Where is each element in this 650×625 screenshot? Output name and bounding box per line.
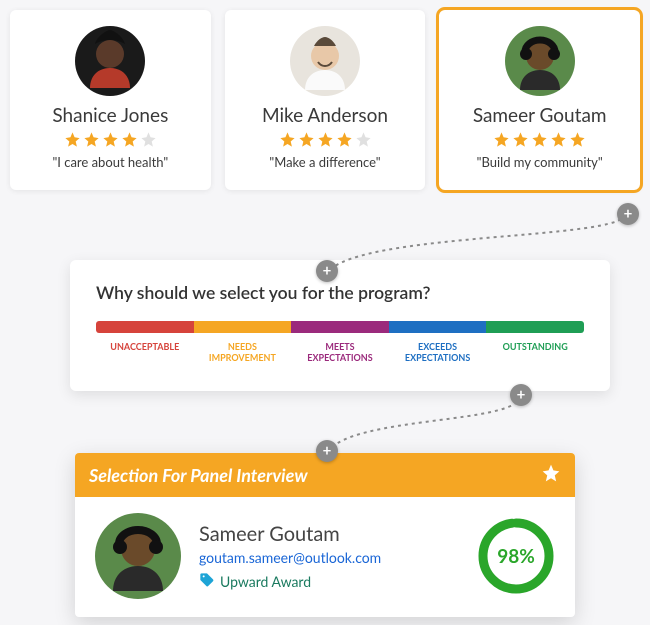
panel-candidate-name: Sameer Goutam [199,522,459,546]
candidate-name: Mike Anderson [235,104,416,127]
rating-labels: UNACCEPTABLE NEEDSIMPROVEMENT MEETSEXPEC… [96,339,584,363]
rating-segment [291,321,389,333]
star-icon [512,131,529,148]
panel-body: Sameer Goutam goutam.sameer@outlook.com … [75,497,575,617]
star-icon [140,131,157,148]
panel-title: Selection For Panel Interview [89,464,308,486]
rating-bar [96,321,584,333]
star-icon [531,131,548,148]
candidate-name: Shanice Jones [20,104,201,127]
candidate-cards-row: Shanice Jones "I care about health" Mike… [0,0,650,190]
star-icon [550,131,567,148]
rating-label: OUTSTANDING [486,339,584,363]
candidate-card-selected[interactable]: Sameer Goutam "Build my community" [439,10,640,190]
star-rating [449,131,630,148]
star-icon [64,131,81,148]
candidate-quote: "I care about health" [20,154,201,170]
star-icon [317,131,334,148]
star-icon [121,131,138,148]
rating-question: Why should we select you for the program… [96,282,584,303]
plus-icon: + [617,203,639,225]
score-ring: 98% [477,517,555,595]
panel-candidate-email[interactable]: goutam.sameer@outlook.com [199,549,459,566]
star-icon [102,131,119,148]
star-icon [493,131,510,148]
rating-label: EXCEEDSEXPECTATIONS [389,339,487,363]
star-icon [355,131,372,148]
plus-icon: + [510,384,532,406]
panel-interview-card: Selection For Panel Interview Sameer Gou… [75,453,575,617]
avatar [75,26,145,96]
rating-segment [389,321,487,333]
rating-label: MEETSEXPECTATIONS [291,339,389,363]
rating-label: UNACCEPTABLE [96,339,194,363]
award-tag-label: Upward Award [220,573,311,590]
star-icon [336,131,353,148]
star-icon [298,131,315,148]
rating-label: NEEDSIMPROVEMENT [194,339,292,363]
candidate-card[interactable]: Shanice Jones "I care about health" [10,10,211,190]
avatar [95,513,181,599]
candidate-name: Sameer Goutam [449,104,630,127]
star-rating [235,131,416,148]
star-icon [541,463,561,487]
score-value: 98% [477,517,555,595]
rating-segment [486,321,584,333]
avatar [290,26,360,96]
star-icon [279,131,296,148]
plus-icon: + [316,440,338,462]
candidate-quote: "Make a difference" [235,154,416,170]
star-icon [569,131,586,148]
star-icon [83,131,100,148]
star-rating [20,131,201,148]
connector-line [300,212,630,284]
rating-segment [194,321,292,333]
award-tag[interactable]: Upward Award [199,572,459,591]
tag-icon [199,572,215,591]
rating-segment [96,321,194,333]
avatar [505,26,575,96]
plus-icon: + [316,260,338,282]
candidate-quote: "Build my community" [449,154,630,170]
panel-info: Sameer Goutam goutam.sameer@outlook.com … [199,522,459,591]
candidate-card[interactable]: Mike Anderson "Make a difference" [225,10,426,190]
